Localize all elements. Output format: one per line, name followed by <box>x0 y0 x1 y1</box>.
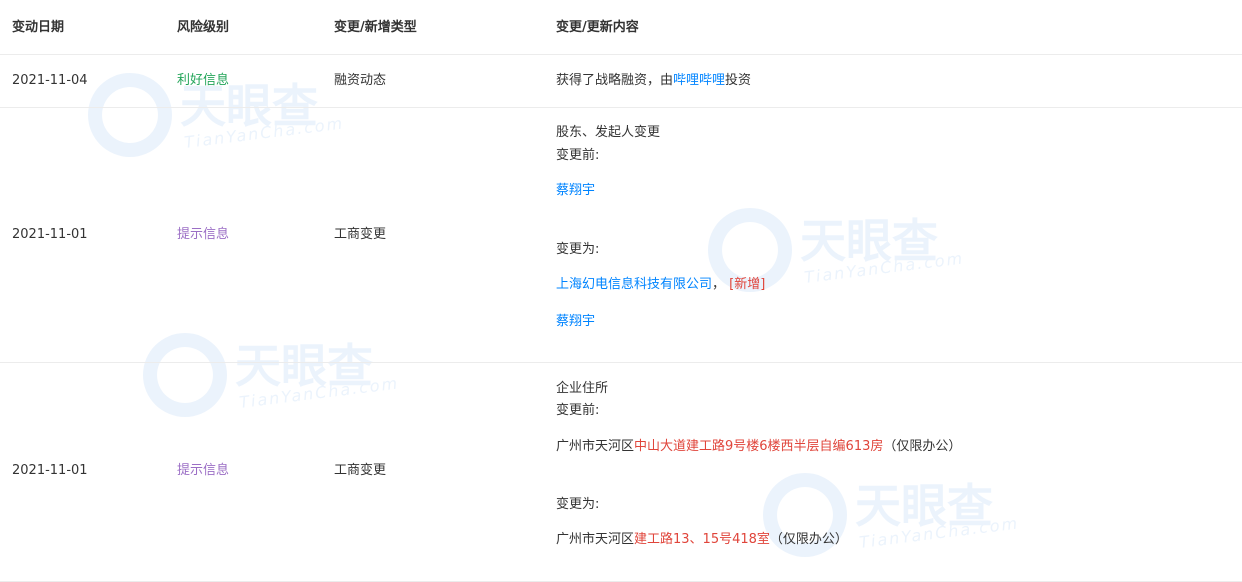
new-shareholder-line: 上海幻电信息科技有限公司， [新增] <box>556 276 765 294</box>
change-type: 融资动态 <box>334 73 387 88</box>
column-header-date: 变动日期 <box>12 20 65 35</box>
table-row: 2021-11-04 利好信息 融资动态 获得了战略融资，由哔哩哔哩投资 <box>0 55 1242 108</box>
row-date: 2021-11-01 <box>12 463 88 478</box>
change-content: 获得了战略融资，由哔哩哔哩投资 <box>556 72 751 90</box>
row-date: 2021-11-01 <box>12 227 88 242</box>
shareholder-link[interactable]: 蔡翔宇 <box>556 313 595 331</box>
table-row: 2021-11-01 提示信息 工商变更 企业住所 变更前: 广州市天河区中山大… <box>0 363 1242 582</box>
change-item-title: 股东、发起人变更 <box>556 125 661 140</box>
financing-suffix: 投资 <box>725 73 752 88</box>
risk-level-notice: 提示信息 <box>177 227 230 242</box>
separator: ， <box>712 277 726 292</box>
change-item-title: 企业住所 <box>556 381 609 396</box>
change-type: 工商变更 <box>334 227 387 242</box>
address-suffix: （仅限办公） <box>883 439 962 454</box>
address-prefix: 广州市天河区 <box>556 439 635 454</box>
table-row: 2021-11-01 提示信息 工商变更 股东、发起人变更 变更前: 蔡翔宇 变… <box>0 108 1242 363</box>
after-address: 广州市天河区建工路13、15号418室（仅限办公） <box>556 531 848 549</box>
investor-link[interactable]: 哔哩哔哩 <box>673 73 725 88</box>
row-date: 2021-11-04 <box>12 73 88 88</box>
after-label: 变更为: <box>556 497 600 512</box>
financing-text: 获得了战略融资，由 <box>556 73 674 88</box>
after-label: 变更为: <box>556 242 600 257</box>
column-header-content: 变更/更新内容 <box>556 20 639 35</box>
shareholder-link[interactable]: 上海幻电信息科技有限公司 <box>556 277 712 292</box>
risk-level-favorable: 利好信息 <box>177 73 230 88</box>
shareholder-link[interactable]: 蔡翔宇 <box>556 182 595 200</box>
column-header-risk: 风险级别 <box>177 20 230 35</box>
address-changed-part: 建工路13、15号418室 <box>634 532 770 547</box>
address-prefix: 广州市天河区 <box>556 532 635 547</box>
before-address: 广州市天河区中山大道建工路9号楼6楼西半层自编613房（仅限办公） <box>556 438 961 456</box>
risk-level-notice: 提示信息 <box>177 463 230 478</box>
change-type: 工商变更 <box>334 463 387 478</box>
before-label: 变更前: <box>556 403 600 418</box>
before-label: 变更前: <box>556 148 600 163</box>
new-tag: [新增] <box>729 277 766 292</box>
address-suffix: （仅限办公） <box>769 532 848 547</box>
address-changed-part: 中山大道建工路9号楼6楼西半层自编613房 <box>634 439 884 454</box>
column-header-type: 变更/新增类型 <box>334 20 417 35</box>
table-header: 变动日期 风险级别 变更/新增类型 变更/更新内容 <box>0 0 1242 55</box>
